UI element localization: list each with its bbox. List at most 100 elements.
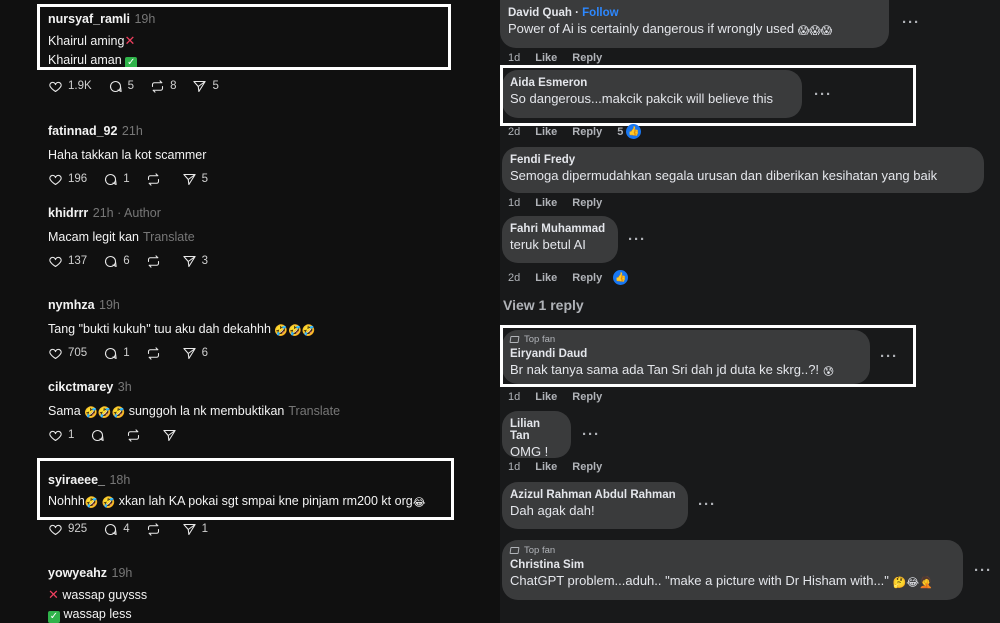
username[interactable]: nymhza <box>48 298 95 312</box>
like-reaction-icon: 👍 <box>613 270 629 285</box>
repost-button[interactable] <box>146 172 166 187</box>
comment-text: Power of Ai is certainly dangerous if wr… <box>508 21 833 37</box>
comment-bubble: Lilian Tan OMG ! <box>502 411 571 459</box>
comment-icon <box>92 429 105 441</box>
share-button[interactable]: 3 <box>182 254 208 269</box>
repost-button[interactable]: 8 <box>150 79 176 94</box>
laughing-emoji-icon: 🤣🤣🤣 <box>84 407 126 419</box>
reply-button[interactable]: 6 <box>103 254 130 269</box>
repost-button[interactable] <box>146 346 166 361</box>
commenter-name[interactable]: David Quah · Follow <box>508 7 879 19</box>
reply-button[interactable]: 4 <box>103 522 130 537</box>
post-time: 19h <box>111 566 133 580</box>
commenter-name[interactable]: Fahri Muhammad <box>510 223 608 235</box>
username[interactable]: nursyaf_ramli <box>48 12 130 26</box>
post-text: ✕ wassap guysss ✓ wassap less <box>48 587 148 623</box>
thread-post: fatinnad_92 21h Haha takkan la kot scamm… <box>48 122 488 165</box>
post-actions: 1 <box>48 426 198 444</box>
post-text: Macam legit kan Translate <box>48 230 195 244</box>
view-replies-link[interactable]: View 1 reply <box>503 297 584 313</box>
commenter-name[interactable]: Fendi Fredy <box>510 154 974 166</box>
translate-link[interactable]: Translate <box>288 404 340 418</box>
thread-post: nursyaf_ramli 19h Khairul aming✕ Khairul… <box>48 10 488 70</box>
share-button[interactable]: 5 <box>192 79 219 94</box>
post-text: Haha takkan la kot scammer <box>48 148 207 162</box>
post-time: 19h <box>99 298 120 312</box>
reply-link[interactable]: Reply <box>572 272 602 284</box>
thread-post: nymhza 19h Tang "bukti kukuh" tuu aku da… <box>48 296 488 339</box>
thread-post: khidrrr 21h · Author Macam legit kan Tran… <box>48 204 488 247</box>
more-options-icon[interactable]: ··· <box>814 86 832 103</box>
comment-actions: 1d Like Reply <box>508 197 603 209</box>
reply-link[interactable]: Reply <box>572 461 602 473</box>
like-link[interactable]: Like <box>535 126 557 138</box>
post-actions: 137 6 3 <box>48 252 224 270</box>
comment-actions: 1d Like Reply <box>508 391 603 403</box>
username[interactable]: syiraeee_ <box>48 473 105 487</box>
send-icon <box>182 173 196 185</box>
more-options-icon[interactable]: ··· <box>902 14 920 31</box>
commenter-name[interactable]: Eiryandi Daud <box>510 348 860 360</box>
heart-icon <box>49 348 62 359</box>
cross-mark-icon: ✕ <box>124 33 136 48</box>
post-actions: 925 4 1 <box>48 520 224 538</box>
like-button[interactable]: 137 <box>48 254 87 269</box>
commenter-name[interactable]: Christina Sim <box>510 559 953 571</box>
post-text: Nohhh🤣 🤣 xkan lah KA pokai sgt smpai kne… <box>48 494 426 509</box>
username[interactable]: fatinnad_92 <box>48 124 117 138</box>
like-link[interactable]: Like <box>535 197 557 209</box>
like-link[interactable]: Like <box>535 391 557 403</box>
follow-button[interactable]: Follow <box>582 7 618 19</box>
comment-bubble: Azizul Rahman Abdul Rahman Dah agak dah! <box>502 482 688 529</box>
comment-bubble: Fahri Muhammad teruk betul AI <box>502 216 618 263</box>
repost-button[interactable] <box>146 254 166 269</box>
commenter-name[interactable]: Lilian Tan <box>510 418 561 442</box>
reply-link[interactable]: Reply <box>572 197 602 209</box>
reply-button[interactable]: 1 <box>103 346 130 361</box>
translate-link[interactable]: Translate <box>143 230 195 244</box>
repost-button[interactable] <box>126 428 146 443</box>
username[interactable]: cikctmarey <box>48 380 113 394</box>
more-options-icon[interactable]: ··· <box>582 426 600 443</box>
like-button[interactable]: 196 <box>48 172 87 187</box>
reply-link[interactable]: Reply <box>572 52 602 64</box>
commenter-name[interactable]: Azizul Rahman Abdul Rahman <box>510 489 678 501</box>
reply-link[interactable]: Reply <box>572 126 602 138</box>
like-button[interactable]: 1.9K <box>48 79 92 94</box>
like-button[interactable]: 925 <box>48 522 87 537</box>
like-link[interactable]: Like <box>535 272 557 284</box>
post-text: Tang "bukti kukuh" tuu aku dah dekahhh 🤣… <box>48 322 316 337</box>
more-options-icon[interactable]: ··· <box>628 231 646 248</box>
comment-text: teruk betul AI <box>510 237 586 252</box>
more-options-icon[interactable]: ··· <box>880 348 898 365</box>
top-fan-badge: Top fan <box>509 545 953 556</box>
more-options-icon[interactable]: ··· <box>974 562 992 579</box>
thread-post: cikctmarey 3h Sama 🤣🤣🤣 sunggoh la nk mem… <box>48 378 488 421</box>
threads-panel: nursyaf_ramli 19h Khairul aming✕ Khairul… <box>0 0 500 623</box>
repost-button[interactable] <box>146 522 166 537</box>
check-mark-icon: ✓ <box>48 611 60 623</box>
like-link[interactable]: Like <box>535 461 557 473</box>
username[interactable]: khidrrr <box>48 206 88 220</box>
comment-bubble: Fendi Fredy Semoga dipermudahkan segala … <box>502 147 984 193</box>
comment-icon <box>105 523 117 535</box>
share-button[interactable] <box>162 428 182 443</box>
username[interactable]: yowyeahz <box>48 566 107 580</box>
share-button[interactable]: 1 <box>182 522 208 537</box>
cross-mark-icon: ✕ <box>48 587 59 602</box>
like-button[interactable]: 705 <box>48 346 87 361</box>
reply-link[interactable]: Reply <box>572 391 602 403</box>
commenter-name[interactable]: Aida Esmeron <box>510 77 792 89</box>
reply-button[interactable] <box>90 428 110 443</box>
laughing-emoji-icon: 🤣 🤣 <box>84 497 116 509</box>
reply-button[interactable]: 5 <box>108 79 134 94</box>
comment-bubble: Aida Esmeron So dangerous...makcik pakci… <box>502 70 802 118</box>
reply-button[interactable]: 1 <box>103 172 130 187</box>
comment-bubble: Top fan Christina Sim ChatGPT problem...… <box>502 540 963 600</box>
like-reaction-icon: 👍 <box>626 124 642 139</box>
share-button[interactable]: 5 <box>182 172 208 187</box>
share-button[interactable]: 6 <box>182 346 208 361</box>
like-button[interactable]: 1 <box>48 428 74 443</box>
more-options-icon[interactable]: ··· <box>698 496 716 513</box>
like-link[interactable]: Like <box>535 52 557 64</box>
